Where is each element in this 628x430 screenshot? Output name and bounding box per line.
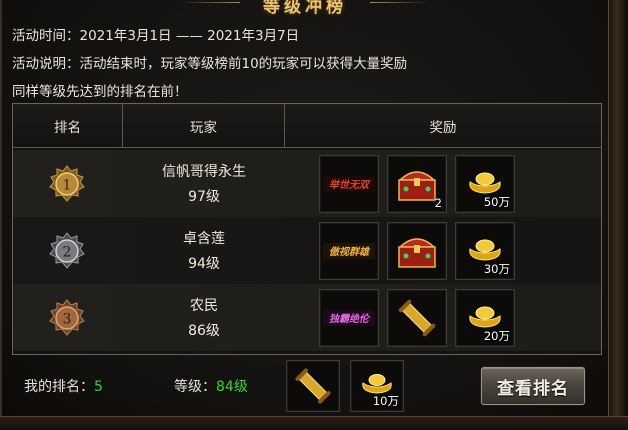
reward-slot[interactable]: 举世无双	[319, 155, 379, 213]
player-name: 卓含莲	[183, 231, 225, 247]
reward-count: 20万	[483, 329, 510, 343]
reward-slot[interactable]: 50万	[455, 155, 515, 213]
title-badge-icon: 举世无双	[323, 176, 375, 192]
reward-slot[interactable]: 2	[387, 155, 447, 213]
activity-desc-value: 活动结束时，玩家等级榜前10的玩家可以获得大量奖励	[79, 56, 408, 72]
my-rank-value: 5	[94, 379, 103, 395]
reward-count: 30万	[483, 262, 510, 276]
reward-slot[interactable]: 30万	[455, 222, 515, 280]
treasure-chest-icon	[398, 238, 436, 268]
activity-desc-label: 活动说明：	[12, 56, 80, 72]
player-name: 信帆哥得永生	[162, 164, 246, 180]
activity-description: 活动说明：活动结束时，玩家等级榜前10的玩家可以获得大量奖励	[12, 52, 407, 72]
header-player: 玩家	[123, 104, 285, 148]
scroll-icon	[295, 368, 331, 404]
player-level: 97级	[188, 189, 220, 205]
panel-border-bottom	[0, 416, 628, 430]
my-rank: 我的排名：5	[24, 376, 103, 396]
reward-count: 50万	[483, 195, 510, 209]
player-name: 农民	[190, 298, 218, 314]
panel-border-right	[608, 0, 628, 430]
reward-slot[interactable]: 傲视群雄	[319, 222, 379, 280]
rank-number: 1	[63, 178, 72, 194]
header-reward: 奖励	[429, 120, 457, 136]
reward-count: 10万	[372, 394, 399, 408]
table-row: 1 信帆哥得永生 97级 举世无双 2 50万	[13, 150, 601, 217]
my-level-label: 等级：	[174, 379, 216, 395]
title-banner: 等级冲榜	[180, 0, 430, 17]
activity-time: 活动时间：2021年3月1日 —— 2021年3月7日	[12, 24, 299, 44]
my-level: 等级：84级	[174, 376, 248, 396]
rank-number: 3	[63, 312, 72, 328]
my-rank-label: 我的排名：	[24, 379, 94, 395]
player-level: 94级	[188, 256, 220, 272]
title-badge-text: 傲视群雄	[329, 246, 371, 258]
my-reward-slot[interactable]: 10万	[350, 360, 404, 412]
title-badge-text: 独霸绝伦	[329, 313, 371, 325]
gold-medal-icon: 1	[49, 165, 85, 202]
panel-title: 等级冲榜	[263, 0, 347, 17]
rank-number: 2	[63, 245, 72, 261]
reward-slot[interactable]	[387, 289, 447, 347]
ranking-table: 排名 玩家 奖励 1 信帆哥得永生 97级 举世无双 2 50万 2 卓含莲 9…	[12, 103, 602, 355]
activity-time-label: 活动时间：	[12, 28, 80, 44]
table-header: 排名 玩家 奖励	[13, 104, 601, 148]
my-level-value: 84级	[216, 379, 248, 395]
activity-note: 同样等级先达到的排名在前！	[12, 84, 188, 100]
view-ranking-button[interactable]: 查看排名	[481, 367, 585, 405]
bronze-medal-icon: 3	[49, 299, 85, 336]
my-reward-slot[interactable]	[286, 360, 340, 412]
silver-medal-icon: 2	[49, 232, 85, 269]
reward-slot[interactable]: 独霸绝伦	[319, 289, 379, 347]
title-badge-icon: 独霸绝伦	[323, 310, 375, 326]
title-badge-icon: 傲视群雄	[323, 243, 375, 259]
scroll-icon	[398, 299, 436, 337]
title-badge-text: 举世无双	[329, 179, 371, 191]
reward-slot[interactable]	[387, 222, 447, 280]
reward-slot[interactable]: 20万	[455, 289, 515, 347]
table-row: 3 农民 86级 独霸绝伦 20万	[13, 284, 601, 351]
activity-time-value: 2021年3月1日 —— 2021年3月7日	[79, 28, 300, 44]
table-row: 2 卓含莲 94级 傲视群雄 30万	[13, 217, 601, 284]
reward-count: 2	[434, 196, 442, 210]
header-rank: 排名	[13, 104, 123, 148]
player-level: 86级	[188, 323, 220, 339]
